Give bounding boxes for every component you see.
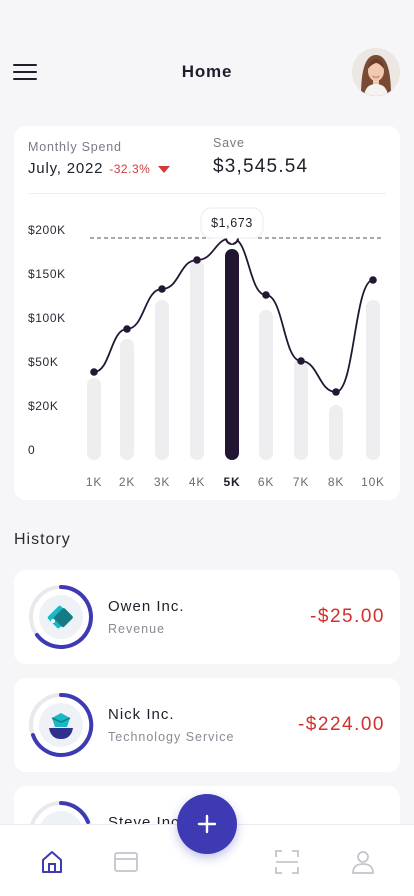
y-tick-label: 0 xyxy=(28,443,35,457)
x-tick-label: 3K xyxy=(154,475,170,489)
chart-bar xyxy=(294,358,308,460)
app-header: Home xyxy=(0,48,414,96)
chart-bar xyxy=(155,300,169,460)
gem-bowl-icon xyxy=(29,692,94,757)
tooltip-label: $1,673 xyxy=(211,216,253,230)
x-tick-label: 6K xyxy=(258,475,274,489)
y-tick-label: $100K xyxy=(28,311,66,325)
chart-bar xyxy=(259,310,273,460)
data-point xyxy=(158,285,166,293)
x-tick-label: 4K xyxy=(189,475,205,489)
history-item-owen[interactable]: Owen Inc. Revenue -$25.00 xyxy=(14,570,400,664)
chart-bar xyxy=(120,339,134,460)
x-tick-label: 8K xyxy=(328,475,344,489)
x-tick-label: 1K xyxy=(86,475,102,489)
chart-bar xyxy=(225,249,239,460)
chart-bar xyxy=(190,260,204,460)
history-item-category: Revenue xyxy=(108,622,166,636)
y-tick-label: $20K xyxy=(28,399,58,413)
data-point xyxy=(262,291,270,299)
chart-bar xyxy=(329,405,343,460)
spend-chart: $200K $150K $100K $50K $20K 0 1K 2K 3K 4K 5K 6K 7K 8K… xyxy=(28,207,385,489)
wallet-card-icon[interactable] xyxy=(113,849,139,875)
x-tick-label: 10K xyxy=(361,475,385,489)
monthly-spend-card: Monthly Spend July, 2022 -32.3% Save $3,… xyxy=(14,126,400,500)
data-point xyxy=(332,388,340,396)
history-item-category: Technology Service xyxy=(108,730,235,744)
home-icon[interactable] xyxy=(39,849,65,875)
chart-bar xyxy=(87,378,101,460)
add-button[interactable] xyxy=(177,794,237,854)
history-item-name: Owen Inc. xyxy=(108,598,185,615)
data-point xyxy=(123,325,131,333)
history-item-amount: -$224.00 xyxy=(297,714,385,735)
data-point xyxy=(193,256,201,264)
y-tick-label: $200K xyxy=(28,223,66,237)
user-avatar[interactable] xyxy=(352,48,400,96)
x-tick-label: 2K xyxy=(119,475,135,489)
data-point xyxy=(369,276,377,284)
data-point xyxy=(90,368,98,376)
profile-icon[interactable] xyxy=(350,849,376,875)
x-tick-label: 5K xyxy=(224,475,241,489)
y-tick-label: $150K xyxy=(28,267,66,281)
chart-bar xyxy=(366,300,380,460)
history-title: History xyxy=(14,531,71,548)
y-tick-label: $50K xyxy=(28,355,58,369)
data-point xyxy=(297,357,305,365)
history-item-name: Nick Inc. xyxy=(108,706,175,723)
tag-icon xyxy=(29,585,93,649)
plus-icon xyxy=(197,814,217,834)
scan-icon[interactable] xyxy=(274,849,300,875)
x-tick-label: 7K xyxy=(293,475,309,489)
history-item-amount: -$25.00 xyxy=(310,606,385,627)
history-item-nick[interactable]: Nick Inc. Technology Service -$224.00 xyxy=(14,678,400,772)
